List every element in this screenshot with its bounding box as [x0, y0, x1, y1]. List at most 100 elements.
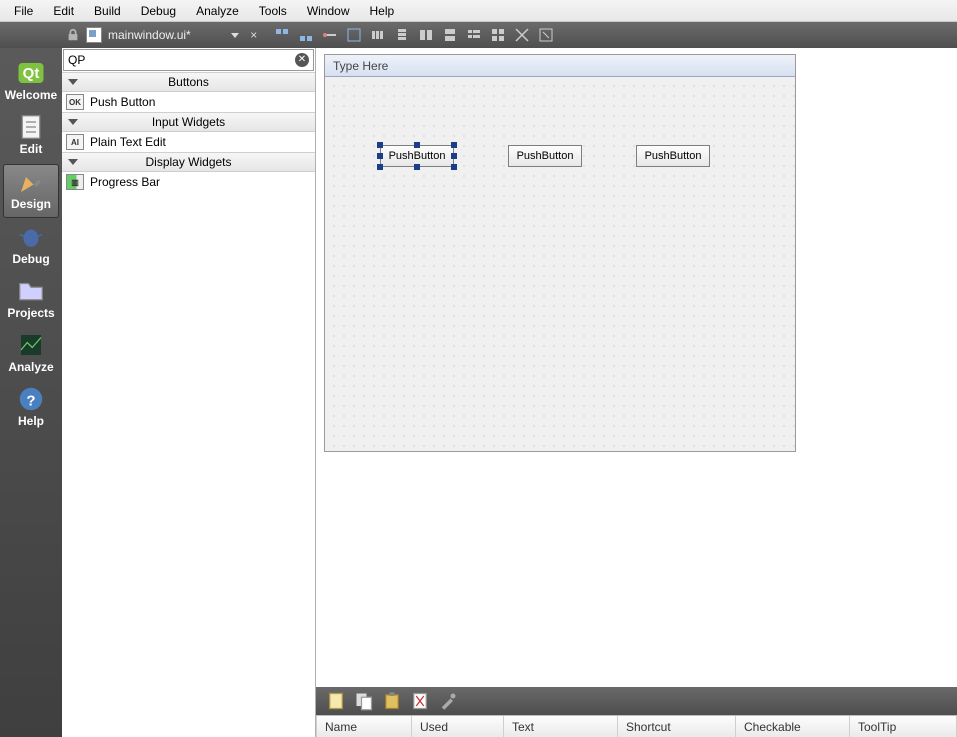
mode-debug[interactable]: Debug — [3, 220, 59, 272]
mode-analyze[interactable]: Analyze — [3, 328, 59, 380]
col-used[interactable]: Used — [412, 716, 504, 737]
tab-dropdown-icon[interactable] — [231, 33, 239, 38]
folder-icon — [16, 278, 46, 304]
menu-help[interactable]: Help — [360, 2, 405, 20]
mode-welcome[interactable]: Qt Welcome — [3, 56, 59, 108]
menu-debug[interactable]: Debug — [131, 2, 186, 20]
mode-design[interactable]: Design — [3, 164, 59, 218]
expand-icon — [68, 79, 78, 85]
edit-signals-icon[interactable] — [297, 26, 315, 44]
form-canvas-area[interactable]: Type Here PushButtonPushButtonPushButton — [316, 48, 957, 687]
selection-handle[interactable] — [414, 164, 420, 170]
menu-bar: File Edit Build Debug Analyze Tools Wind… — [0, 0, 957, 22]
edit-buddies-icon[interactable] — [321, 26, 339, 44]
selection-handle[interactable] — [451, 153, 457, 159]
analyze-icon — [16, 332, 46, 358]
selection-handle[interactable] — [414, 142, 420, 148]
mode-edit[interactable]: Edit — [3, 110, 59, 162]
widget-filter-input[interactable] — [68, 53, 295, 67]
mode-help[interactable]: ? Help — [3, 382, 59, 434]
main-area: Qt Welcome Edit Design Debug Projects An… — [0, 48, 957, 737]
svg-text:Qt: Qt — [23, 65, 40, 82]
layout-horizontal-icon[interactable] — [369, 26, 387, 44]
paste-action-icon[interactable] — [382, 691, 402, 711]
mode-bar: Qt Welcome Edit Design Debug Projects An… — [0, 48, 62, 737]
lock-icon — [66, 28, 80, 42]
category-label: Buttons — [168, 75, 209, 89]
category-label: Input Widgets — [152, 115, 225, 129]
action-editor-toolbar — [316, 687, 957, 715]
category-input-widgets[interactable]: Input Widgets — [62, 112, 315, 132]
widget-item-label: Push Button — [90, 95, 155, 109]
layout-grid-icon[interactable] — [489, 26, 507, 44]
layout-form-icon[interactable] — [465, 26, 483, 44]
category-buttons[interactable]: Buttons — [62, 72, 315, 92]
mode-label: Debug — [12, 252, 49, 266]
form-pushbutton-3[interactable]: PushButton — [636, 145, 710, 167]
mode-label: Analyze — [8, 360, 53, 374]
widget-item-plaintextedit[interactable]: AI Plain Text Edit — [62, 132, 315, 152]
mode-label: Design — [11, 197, 51, 211]
form-pushbutton-2[interactable]: PushButton — [508, 145, 582, 167]
menu-file[interactable]: File — [4, 2, 43, 20]
menu-edit[interactable]: Edit — [43, 2, 84, 20]
menu-window[interactable]: Window — [297, 2, 360, 20]
action-editor-headers: Name Used Text Shortcut Checkable ToolTi… — [316, 715, 957, 737]
delete-action-icon[interactable] — [410, 691, 430, 711]
progressbar-icon: ▥ — [66, 174, 84, 190]
mode-label: Help — [18, 414, 44, 428]
center-column: Type Here PushButtonPushButtonPushButton… — [316, 48, 957, 737]
mode-label: Welcome — [5, 88, 57, 102]
new-action-icon[interactable] — [326, 691, 346, 711]
selection-handle[interactable] — [377, 153, 383, 159]
col-name[interactable]: Name — [316, 716, 412, 737]
widget-box-panel: ✕ Buttons OK Push Button Input Widgets A… — [62, 48, 316, 737]
main-window-form[interactable]: Type Here PushButtonPushButtonPushButton — [324, 54, 796, 452]
designer-toolbar — [273, 26, 555, 44]
svg-text:?: ? — [26, 392, 35, 409]
layout-vsplitter-icon[interactable] — [441, 26, 459, 44]
form-body[interactable]: PushButtonPushButtonPushButton — [325, 77, 795, 451]
selection-handle[interactable] — [377, 164, 383, 170]
ui-file-icon — [86, 27, 102, 43]
widget-item-progressbar[interactable]: ▥ Progress Bar — [62, 172, 315, 192]
col-checkable[interactable]: Checkable — [736, 716, 850, 737]
widget-filter-field[interactable]: ✕ — [63, 49, 314, 71]
col-text[interactable]: Text — [504, 716, 618, 737]
widget-item-label: Progress Bar — [90, 175, 160, 189]
selection-handle[interactable] — [451, 164, 457, 170]
plaintextedit-icon: AI — [66, 134, 84, 150]
copy-action-icon[interactable] — [354, 691, 374, 711]
menubar-placeholder[interactable]: Type Here — [325, 55, 795, 77]
category-display-widgets[interactable]: Display Widgets — [62, 152, 315, 172]
mode-projects[interactable]: Projects — [3, 274, 59, 326]
tab-close-button[interactable]: × — [247, 28, 261, 42]
menu-tools[interactable]: Tools — [249, 2, 297, 20]
design-icon — [16, 169, 46, 195]
help-icon: ? — [16, 386, 46, 412]
clear-filter-icon[interactable]: ✕ — [295, 53, 309, 67]
expand-icon — [68, 119, 78, 125]
document-tab-label[interactable]: mainwindow.ui* — [108, 28, 231, 42]
menu-analyze[interactable]: Analyze — [186, 2, 249, 20]
mode-label: Projects — [7, 306, 54, 320]
widget-item-label: Plain Text Edit — [90, 135, 166, 149]
selection-handle[interactable] — [451, 142, 457, 148]
pushbutton-icon: OK — [66, 94, 84, 110]
break-layout-icon[interactable] — [513, 26, 531, 44]
selection-handle[interactable] — [377, 142, 383, 148]
layout-vertical-icon[interactable] — [393, 26, 411, 44]
document-icon — [16, 114, 46, 140]
col-tooltip[interactable]: ToolTip — [850, 716, 957, 737]
widget-item-pushbutton[interactable]: OK Push Button — [62, 92, 315, 112]
qt-logo-icon: Qt — [16, 60, 46, 86]
layout-hsplitter-icon[interactable] — [417, 26, 435, 44]
configure-icon[interactable] — [438, 691, 458, 711]
expand-icon — [68, 159, 78, 165]
mode-label: Edit — [20, 142, 43, 156]
col-shortcut[interactable]: Shortcut — [618, 716, 736, 737]
adjust-size-icon[interactable] — [537, 26, 555, 44]
menu-build[interactable]: Build — [84, 2, 131, 20]
edit-taborder-icon[interactable] — [345, 26, 363, 44]
edit-widgets-icon[interactable] — [273, 26, 291, 44]
